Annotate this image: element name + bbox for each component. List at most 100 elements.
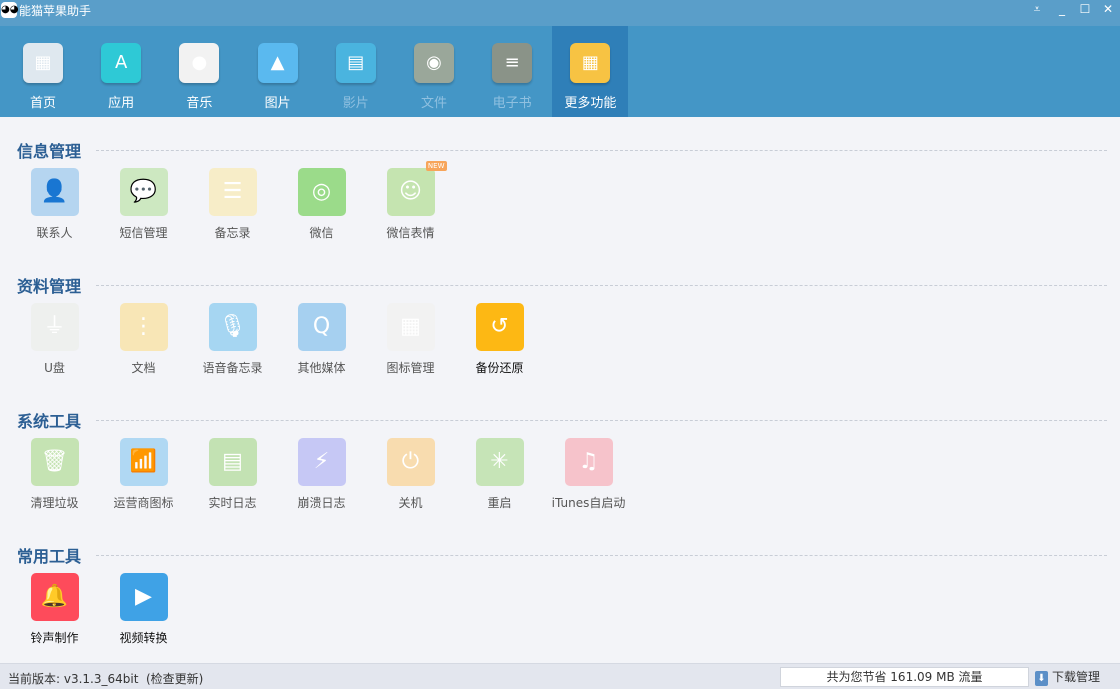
feature-label: 关机: [398, 496, 423, 510]
feature-icon: ☺ NEW: [386, 161, 447, 216]
feature-icon: ◎: [297, 168, 346, 216]
feature-glyph-icon: 🔔: [40, 584, 69, 609]
feature-glyph-icon: ▦: [400, 314, 421, 339]
download-manager-label: 下载管理: [1052, 670, 1101, 684]
feature-glyph-icon: ▤: [222, 449, 243, 474]
download-manager-button[interactable]: ⬇ 下载管理: [1035, 668, 1100, 686]
tab-7[interactable]: ▦ 更多功能: [552, 26, 629, 117]
feature-icon: 💬: [119, 168, 168, 216]
feature-glyph-icon: 📶: [129, 449, 158, 474]
feature-item[interactable]: 🗑 清理垃圾: [10, 438, 99, 511]
section-title: 常用工具: [17, 547, 82, 566]
feature-item[interactable]: ☰ 备忘录: [188, 168, 277, 241]
feature-item[interactable]: ◎ 微信: [277, 168, 366, 241]
status-bar: 当前版本: v3.1.3_64bit (检查更新) 共为您节省 161.09 M…: [0, 663, 1120, 689]
feature-label: 运营商图标: [113, 496, 174, 510]
feature-item[interactable]: ⏻ 关机: [366, 438, 455, 511]
main-toolbar: ▦ 首页 A 应用 ● 音乐 ▲ 图片 ▤ 影片 ◉ 文件 ≡ 电子书 ▦ 更多功能: [0, 26, 1120, 117]
feature-item[interactable]: 🔔 铃声制作: [10, 573, 99, 646]
tab-label: 文件: [420, 96, 447, 111]
feature-icon: 🗑: [30, 438, 79, 486]
feature-icon: ▦: [386, 303, 435, 351]
tab-icon: ▦: [570, 43, 611, 83]
tab-1[interactable]: A 应用: [83, 26, 159, 117]
feature-icon: ✳: [475, 438, 524, 486]
feature-icon: 👤: [30, 168, 79, 216]
app-title: 能猫苹果助手: [19, 4, 92, 18]
tab-icon: ▦: [23, 43, 63, 83]
tab-label: 更多功能: [564, 96, 617, 111]
feature-glyph-icon: ☺: [399, 179, 422, 204]
tab-3[interactable]: ▲ 图片: [240, 26, 316, 117]
feature-item[interactable]: ⚡ 崩溃日志: [277, 438, 366, 511]
section-divider: [96, 285, 1107, 286]
tab-4[interactable]: ▤ 影片: [318, 26, 394, 117]
feature-glyph-icon: 🗑: [40, 449, 69, 474]
check-update-link[interactable]: (检查更新): [146, 670, 203, 687]
feature-glyph-icon: ☰: [222, 179, 243, 204]
feature-glyph-icon: 🎙: [218, 314, 247, 339]
minimize-icon[interactable]: _: [1052, 2, 1072, 16]
feature-icon: 🔔: [30, 573, 79, 621]
feature-label: 崩溃日志: [297, 496, 346, 510]
version-text: 当前版本: v3.1.3_64bit: [8, 672, 139, 686]
tab-icon: ≡: [492, 43, 533, 83]
menu-dropdown-icon[interactable]: ⩡: [1027, 2, 1047, 17]
feature-icon: ⚡: [297, 438, 346, 486]
feature-label: 文档: [131, 361, 156, 375]
tab-0[interactable]: ▦ 首页: [5, 26, 81, 117]
feature-label: iTunes自启动: [551, 496, 626, 510]
feature-item[interactable]: ↺ 备份还原: [455, 303, 544, 376]
feature-glyph-icon: ↺: [490, 314, 509, 339]
feature-item[interactable]: ▶ 视频转换: [99, 573, 188, 646]
feature-item[interactable]: 💬 短信管理: [99, 168, 188, 241]
feature-icon: ♫: [564, 438, 613, 486]
download-icon: ⬇: [1035, 671, 1048, 686]
feature-item[interactable]: ⏚ U盘: [10, 303, 99, 376]
feature-item[interactable]: ☺ NEW 微信表情: [366, 161, 455, 241]
feature-item[interactable]: ▤ 实时日志: [188, 438, 277, 511]
feature-item[interactable]: ♫ iTunes自启动: [544, 438, 633, 511]
feature-item[interactable]: 👤 联系人: [10, 168, 99, 241]
tab-icon: ●: [179, 43, 220, 83]
tab-label: 首页: [29, 96, 56, 111]
close-icon[interactable]: ✕: [1098, 2, 1118, 16]
tab-2[interactable]: ● 音乐: [161, 26, 237, 117]
feature-icon: 🎙: [208, 303, 257, 351]
feature-item[interactable]: 🎙 语音备忘录: [188, 303, 277, 376]
tab-label: 影片: [342, 96, 369, 111]
feature-label: 备忘录: [214, 226, 251, 240]
feature-item[interactable]: Q 其他媒体: [277, 303, 366, 376]
feature-icon: ⏚: [30, 303, 79, 351]
feature-item[interactable]: 📶 运营商图标: [99, 438, 188, 511]
tab-6[interactable]: ≡ 电子书: [474, 26, 550, 117]
title-bar: ◕◕ 能猫苹果助手 ⩡ _ ☐ ✕: [0, 0, 1120, 26]
feature-item[interactable]: ▦ 图标管理: [366, 303, 455, 376]
feature-glyph-icon: ⋮: [132, 314, 155, 339]
feature-label: 图标管理: [386, 361, 435, 375]
feature-icon: Q: [297, 303, 346, 351]
feature-label: 语音备忘录: [202, 361, 263, 375]
feature-icon: ⏻: [386, 438, 435, 486]
tab-label: 应用: [108, 96, 135, 111]
feature-glyph-icon: ⚡: [313, 449, 330, 474]
maximize-icon[interactable]: ☐: [1075, 2, 1095, 16]
feature-label: 铃声制作: [30, 631, 79, 645]
feature-glyph-icon: ▶: [135, 584, 152, 609]
feature-glyph-icon: Q: [312, 314, 331, 339]
feature-label: U盘: [44, 361, 65, 375]
feature-icon: ☰: [208, 168, 257, 216]
feature-label: 其他媒体: [297, 361, 346, 375]
feature-glyph-icon: ◎: [311, 179, 332, 204]
tab-5[interactable]: ◉ 文件: [396, 26, 472, 117]
feature-glyph-icon: ⏻: [401, 449, 420, 474]
feature-icon: ⋮: [119, 303, 168, 351]
section-divider: [96, 420, 1107, 421]
new-badge: NEW: [425, 161, 447, 171]
feature-item[interactable]: ⋮ 文档: [99, 303, 188, 376]
tab-icon: A: [101, 43, 142, 83]
feature-item[interactable]: ✳ 重启: [455, 438, 544, 511]
feature-label: 重启: [487, 496, 512, 510]
feature-icon: ↺: [475, 303, 524, 351]
tab-icon: ◉: [414, 43, 454, 83]
